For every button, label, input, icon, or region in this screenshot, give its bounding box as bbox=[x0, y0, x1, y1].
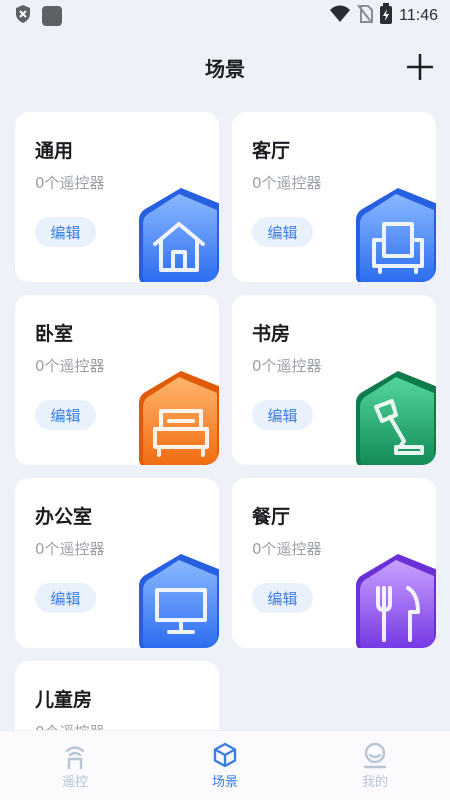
remote-count: 0个遥控器 bbox=[252, 540, 322, 558]
edit-button[interactable]: 编辑 bbox=[252, 400, 313, 430]
plus-icon bbox=[407, 54, 433, 80]
remote-count: 0个遥控器 bbox=[35, 357, 105, 375]
tab-label: 遥控 bbox=[61, 775, 88, 790]
scene-card-dining-room[interactable]: 餐厅 0个遥控器 编辑 bbox=[232, 478, 436, 648]
remote-count: 0个遥控器 bbox=[35, 174, 105, 192]
remote-count: 0个遥控器 bbox=[252, 357, 322, 375]
scene-card-general[interactable]: 通用 0个遥控器 编辑 bbox=[15, 112, 219, 282]
remote-icon bbox=[65, 746, 85, 769]
header: 场景 bbox=[0, 44, 450, 90]
cube-icon bbox=[213, 742, 237, 768]
edit-button[interactable]: 编辑 bbox=[252, 583, 313, 613]
scene-name: 办公室 bbox=[35, 506, 93, 528]
edit-button[interactable]: 编辑 bbox=[35, 400, 96, 430]
tab-remote[interactable]: 遥控 bbox=[25, 741, 125, 790]
bottom-tab-bar: 遥控 场景 我的 bbox=[0, 730, 450, 800]
edit-button[interactable]: 编辑 bbox=[35, 583, 96, 613]
remote-count: 0个遥控器 bbox=[252, 174, 322, 192]
scene-name: 书房 bbox=[252, 323, 291, 345]
notification-icon bbox=[42, 6, 62, 26]
scene-card-office[interactable]: 办公室 0个遥控器 编辑 bbox=[15, 478, 219, 648]
add-scene-button[interactable] bbox=[404, 51, 436, 83]
no-sim-icon bbox=[357, 4, 374, 28]
scene-card-living-room[interactable]: 客厅 0个遥控器 编辑 bbox=[232, 112, 436, 282]
scene-name: 通用 bbox=[35, 140, 74, 162]
scene-name: 卧室 bbox=[35, 323, 74, 345]
scene-name: 儿童房 bbox=[35, 689, 93, 711]
remote-count: 0个遥控器 bbox=[35, 540, 105, 558]
tab-profile[interactable]: 我的 bbox=[325, 741, 425, 790]
battery-icon bbox=[379, 3, 393, 29]
status-bar: 11:46 bbox=[0, 0, 450, 32]
scene-name: 客厅 bbox=[252, 140, 291, 162]
fork-knife-icon bbox=[356, 554, 436, 648]
desk-lamp-icon bbox=[356, 371, 436, 465]
home-icon bbox=[139, 188, 219, 282]
shield-icon bbox=[14, 4, 32, 28]
scene-card-study[interactable]: 书房 0个遥控器 编辑 bbox=[232, 295, 436, 465]
status-time: 11:46 bbox=[399, 7, 438, 24]
scene-card-bedroom[interactable]: 卧室 0个遥控器 编辑 bbox=[15, 295, 219, 465]
page-title: 场景 bbox=[205, 56, 245, 81]
tab-label: 场景 bbox=[211, 775, 238, 790]
tab-scene[interactable]: 场景 bbox=[175, 741, 275, 790]
edit-button[interactable]: 编辑 bbox=[35, 217, 96, 247]
bed-icon bbox=[139, 371, 219, 465]
sofa-icon bbox=[356, 188, 436, 282]
edit-button[interactable]: 编辑 bbox=[252, 217, 313, 247]
tab-label: 我的 bbox=[361, 775, 388, 790]
scene-name: 餐厅 bbox=[252, 506, 291, 528]
profile-icon bbox=[363, 742, 387, 769]
wifi-icon bbox=[329, 5, 351, 27]
scene-grid: 通用 0个遥控器 编辑 客厅 0个遥控器 编辑 卧室 0个遥控器 编辑 书房 0… bbox=[15, 112, 436, 800]
monitor-icon bbox=[139, 554, 219, 648]
